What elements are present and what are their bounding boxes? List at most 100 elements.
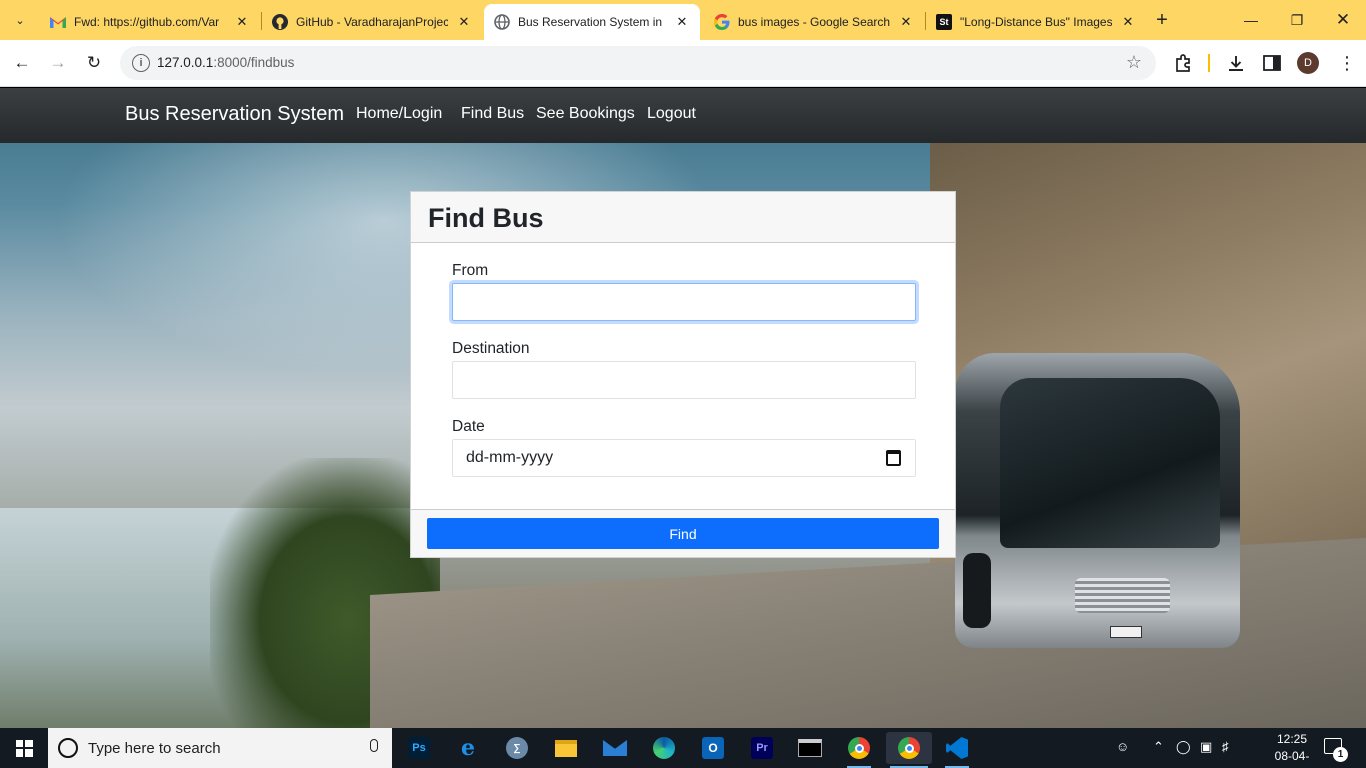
restore-icon: ❐ <box>1290 11 1304 28</box>
close-icon[interactable]: ✕ <box>674 14 690 30</box>
tab-title: GitHub - VaradharajanProjec <box>296 15 448 29</box>
close-icon[interactable]: ✕ <box>1120 14 1136 30</box>
mail-icon[interactable] <box>599 732 631 764</box>
start-button[interactable] <box>0 728 48 768</box>
network-off-icon[interactable]: ◯ <box>1176 739 1191 755</box>
browser-tab-github[interactable]: GitHub - VaradharajanProjec ✕ <box>262 4 482 40</box>
windows-logo-icon <box>15 739 33 757</box>
microphone-icon[interactable] <box>370 739 378 752</box>
people-icon[interactable]: ☺ <box>1116 739 1129 754</box>
chevron-up-icon[interactable]: ⌃ <box>1153 739 1164 755</box>
file-explorer-icon[interactable] <box>550 732 582 764</box>
bg-bus <box>955 353 1240 648</box>
nav-link-home-login[interactable]: Home/Login <box>356 105 442 123</box>
chrome-icon[interactable] <box>843 732 875 768</box>
close-icon[interactable]: ✕ <box>456 14 472 30</box>
minimize-button[interactable]: — <box>1228 0 1274 40</box>
url-text[interactable]: 127.0.0.1:8000/findbus <box>157 55 294 70</box>
new-tab-button[interactable]: + <box>1150 8 1174 32</box>
bus-wheel <box>963 553 991 628</box>
clock-time: 12:25 <box>1276 732 1308 746</box>
edge-icon[interactable] <box>648 732 680 764</box>
address-bar[interactable]: i 127.0.0.1:8000/findbus ☆ <box>120 46 1156 80</box>
browser-tab-shutterstock[interactable]: St "Long-Distance Bus" Images ✕ <box>926 4 1146 40</box>
profile-avatar[interactable]: D <box>1297 52 1319 74</box>
destination-label: Destination <box>452 340 530 357</box>
terminal-icon[interactable] <box>794 732 826 764</box>
from-input[interactable] <box>452 283 916 321</box>
browser-tab-bus-reservation[interactable]: Bus Reservation System in D ✕ <box>484 4 700 40</box>
restore-button[interactable]: ❐ <box>1274 0 1320 40</box>
url-path: :8000/findbus <box>213 55 295 70</box>
menu-kebab-icon[interactable]: ⋮ <box>1336 52 1358 74</box>
notification-badge: 1 <box>1333 747 1348 762</box>
edge-legacy-icon[interactable]: e <box>452 732 484 764</box>
destination-input[interactable] <box>452 361 916 399</box>
chevron-down-icon: ⌄ <box>15 14 25 27</box>
browser-tab-google-search[interactable]: bus images - Google Search ✕ <box>704 4 924 40</box>
app-navbar: Bus Reservation System Home/Login Find B… <box>0 88 1366 143</box>
tab-title: bus images - Google Search <box>738 15 890 29</box>
globe-icon <box>494 14 510 30</box>
taskbar-clock[interactable]: 12:25 08-04-2024 <box>1262 731 1322 768</box>
bus-license-plate <box>1110 626 1142 638</box>
calendar-icon[interactable] <box>886 450 901 466</box>
minimize-icon: — <box>1244 12 1258 28</box>
card-footer: Find <box>411 509 955 557</box>
browser-tab-gmail[interactable]: Fwd: https://github.com/Var ✕ <box>40 4 260 40</box>
url-host: 127.0.0.1 <box>157 55 214 70</box>
nav-link-logout[interactable]: Logout <box>647 105 696 123</box>
download-icon[interactable] <box>1225 52 1247 74</box>
date-label: Date <box>452 418 485 435</box>
extensions-icon[interactable] <box>1172 52 1194 74</box>
close-window-button[interactable]: ✕ <box>1320 0 1366 40</box>
tab-title: Fwd: https://github.com/Var <box>74 15 220 29</box>
network-icon[interactable]: ▣ <box>1200 739 1212 755</box>
google-icon <box>714 14 730 30</box>
taskbar-search-placeholder: Type here to search <box>88 740 221 757</box>
chrome-profile-icon[interactable] <box>886 732 932 768</box>
github-icon <box>272 14 288 30</box>
profile-initial: D <box>1304 57 1312 69</box>
calculator-icon[interactable]: ∑ <box>501 732 533 764</box>
card-header: Find Bus <box>411 192 955 243</box>
find-bus-card: Find Bus From Destination Date dd-mm-yyy… <box>410 191 956 558</box>
photoshop-icon[interactable]: Ps <box>403 732 435 764</box>
bus-windshield <box>1000 378 1220 548</box>
shutterstock-icon: St <box>936 14 952 30</box>
nav-link-find-bus[interactable]: Find Bus <box>461 105 524 123</box>
outlook-icon[interactable]: O <box>697 732 729 764</box>
arrow-right-icon: → <box>49 53 67 72</box>
navbar-brand[interactable]: Bus Reservation System <box>125 103 344 126</box>
tab-search-button[interactable]: ⌄ <box>8 8 32 32</box>
vscode-icon[interactable] <box>941 732 973 768</box>
browser-toolbar: ← → ↻ i 127.0.0.1:8000/findbus ☆ D ⋮ <box>0 40 1366 87</box>
close-icon[interactable]: ✕ <box>898 14 914 30</box>
date-input[interactable]: dd-mm-yyyy <box>452 439 916 477</box>
site-info-icon[interactable]: i <box>132 54 150 72</box>
clock-date: 08-04-2024 <box>1274 749 1310 768</box>
back-button[interactable]: ← <box>9 50 35 76</box>
volume-icon[interactable]: ♯ <box>1222 739 1229 754</box>
reload-button[interactable]: ↻ <box>81 50 107 76</box>
browser-tab-strip: ⌄ Fwd: https://github.com/Var ✕ GitHub -… <box>0 0 1366 40</box>
page-title: Find Bus <box>428 203 544 233</box>
bus-grille <box>1075 578 1170 613</box>
windows-taskbar: Type here to search Ps e ∑ O Pr ☺ ⌃ ◯ ▣ … <box>0 728 1366 768</box>
close-icon[interactable]: ✕ <box>234 14 250 30</box>
tab-title: "Long-Distance Bus" Images <box>960 15 1112 29</box>
side-panel-icon[interactable] <box>1261 52 1283 74</box>
close-icon: ✕ <box>1335 10 1351 29</box>
bookmark-star-icon[interactable]: ☆ <box>1126 52 1142 73</box>
premiere-icon[interactable]: Pr <box>746 732 778 764</box>
nav-link-see-bookings[interactable]: See Bookings <box>536 105 635 123</box>
page-viewport: Bus Reservation System Home/Login Find B… <box>0 88 1366 728</box>
from-label: From <box>452 262 489 279</box>
find-button[interactable]: Find <box>427 518 939 549</box>
search-icon <box>58 738 78 758</box>
plus-icon: + <box>1156 8 1168 31</box>
forward-button[interactable]: → <box>45 50 71 76</box>
reload-icon: ↻ <box>86 53 102 72</box>
taskbar-search[interactable]: Type here to search <box>48 728 392 768</box>
gmail-icon <box>50 14 66 30</box>
